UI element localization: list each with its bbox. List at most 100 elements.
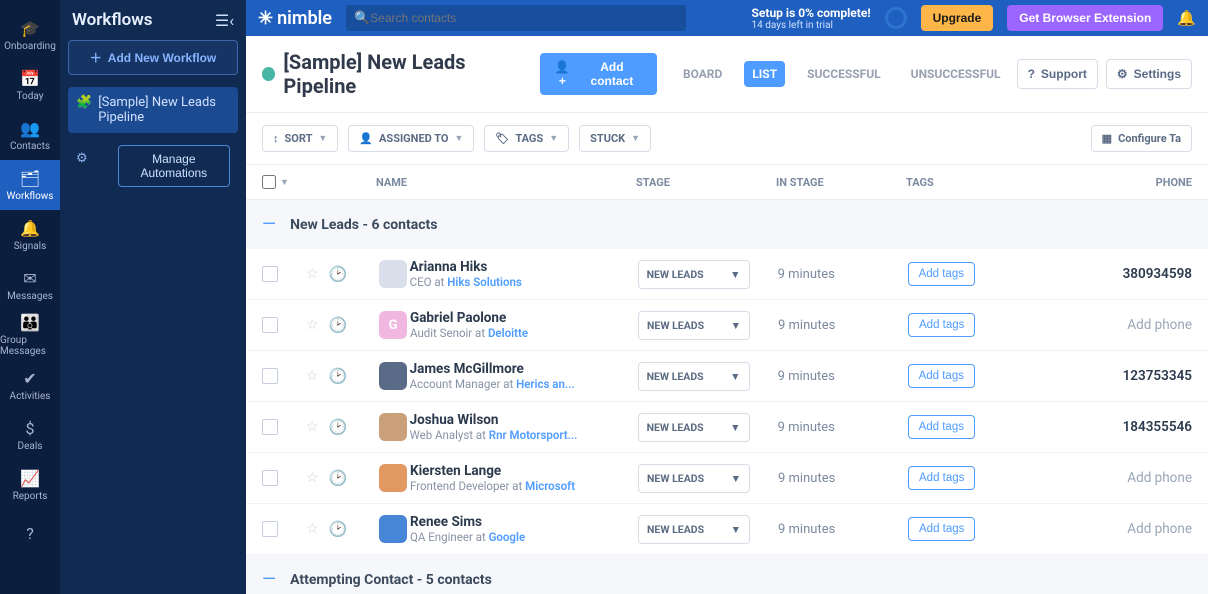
stage-dropdown[interactable]: NEW LEADS▼	[638, 311, 750, 340]
row-checkbox[interactable]	[262, 521, 278, 537]
collapse-panel-icon[interactable]: ☰‹	[215, 11, 234, 30]
select-caret-icon[interactable]: ▼	[280, 177, 289, 188]
avatar[interactable]	[379, 464, 407, 492]
favorite-star-icon[interactable]: ☆	[306, 368, 319, 384]
select-all-checkbox[interactable]	[262, 175, 276, 189]
nav-contacts[interactable]: 👥Contacts	[0, 110, 60, 160]
stage-dropdown[interactable]: NEW LEADS▼	[638, 260, 750, 289]
favorite-star-icon[interactable]: ☆	[306, 521, 319, 537]
tab-list[interactable]: LIST	[744, 61, 785, 87]
group-header[interactable]: —Attempting Contact - 5 contacts	[246, 555, 1208, 594]
avatar[interactable]	[379, 413, 407, 441]
table-row: ☆🕑GGabriel PaoloneAudit Senoir at Deloit…	[246, 300, 1208, 351]
workflow-item-sample[interactable]: 🧩 [Sample] New Leads Pipeline	[68, 87, 238, 133]
col-phone[interactable]: PHONE	[1121, 176, 1192, 189]
add-tags-button[interactable]: Add tags	[908, 415, 975, 439]
column-headers: ▼ NAME STAGE IN STAGE TAGS PHONE	[246, 165, 1208, 200]
nav-messages[interactable]: ✉Messages	[0, 260, 60, 310]
company-link[interactable]: Microsoft	[525, 479, 575, 493]
stage-dropdown[interactable]: NEW LEADS▼	[638, 515, 750, 544]
company-link[interactable]: Herics an...	[516, 377, 575, 391]
avatar[interactable]	[379, 260, 407, 288]
avatar[interactable]	[379, 515, 407, 543]
upgrade-button[interactable]: Upgrade	[921, 5, 994, 31]
nav-workflows[interactable]: 🗂Workflows	[0, 160, 60, 210]
phone-value[interactable]: Add phone	[1123, 317, 1192, 333]
nav-group[interactable]: 👪Group Messages	[0, 310, 60, 360]
reminder-clock-icon[interactable]: 🕑	[328, 418, 347, 436]
add-contact-label: Add contact	[579, 60, 645, 88]
company-link[interactable]: Deloitte	[488, 326, 528, 340]
sort-chip[interactable]: ↕SORT▼	[262, 125, 338, 152]
company-link[interactable]: Google	[489, 530, 526, 544]
contact-name[interactable]: Joshua Wilson	[410, 412, 638, 428]
add-workflow-button[interactable]: ＋ Add New Workflow	[68, 40, 238, 75]
avatar[interactable]: G	[379, 311, 407, 339]
search-box[interactable]: 🔍	[346, 5, 686, 31]
stuck-chip[interactable]: STUCK▼	[579, 125, 651, 152]
group-header[interactable]: —New Leads - 6 contacts	[246, 200, 1208, 249]
row-checkbox[interactable]	[262, 317, 278, 333]
nav-help[interactable]: ?	[0, 510, 60, 560]
add-tags-button[interactable]: Add tags	[908, 364, 975, 388]
add-tags-button[interactable]: Add tags	[908, 466, 975, 490]
add-tags-button[interactable]: Add tags	[908, 517, 975, 541]
phone-value[interactable]: Add phone	[1123, 470, 1192, 486]
col-tags[interactable]: TAGS	[906, 176, 1121, 189]
avatar[interactable]	[379, 362, 407, 390]
stage-dropdown[interactable]: NEW LEADS▼	[638, 413, 750, 442]
company-link[interactable]: Rnr Motorsport...	[489, 428, 578, 442]
row-checkbox[interactable]	[262, 470, 278, 486]
nav-today[interactable]: 📅Today	[0, 60, 60, 110]
assigned-chip[interactable]: 👤ASSIGNED TO▼	[348, 125, 474, 152]
configure-table-button[interactable]: ▦Configure Ta	[1091, 125, 1192, 152]
stage-dropdown[interactable]: NEW LEADS▼	[638, 464, 750, 493]
stage-dropdown[interactable]: NEW LEADS▼	[638, 362, 750, 391]
tags-chip[interactable]: 🏷TAGS▼	[484, 125, 569, 152]
reminder-clock-icon[interactable]: 🕑	[329, 316, 348, 334]
company-link[interactable]: Hiks Solutions	[447, 275, 522, 289]
browser-ext-button[interactable]: Get Browser Extension	[1007, 5, 1163, 31]
row-checkbox[interactable]	[262, 266, 278, 282]
row-checkbox[interactable]	[262, 419, 278, 435]
nav-onboarding[interactable]: 🎓Onboarding	[0, 10, 60, 60]
row-checkbox[interactable]	[262, 368, 278, 384]
nav-deals[interactable]: $Deals	[0, 410, 60, 460]
collapse-group-icon[interactable]: —	[262, 214, 276, 235]
support-button[interactable]: ? Support	[1017, 59, 1098, 89]
col-instage[interactable]: IN STAGE	[776, 176, 906, 189]
search-input[interactable]	[370, 11, 678, 25]
contact-name[interactable]: Gabriel Paolone	[410, 310, 638, 326]
tab-unsuccessful[interactable]: UNSUCCESSFUL	[903, 61, 1009, 87]
reminder-clock-icon[interactable]: 🕑	[328, 367, 347, 385]
add-contact-button[interactable]: 👤+ Add contact	[540, 53, 657, 95]
add-tags-button[interactable]: Add tags	[908, 262, 975, 286]
automation-icon: ⚙	[76, 151, 88, 187]
favorite-star-icon[interactable]: ☆	[306, 470, 319, 486]
tab-board[interactable]: BOARD	[675, 61, 730, 87]
col-stage[interactable]: STAGE	[636, 176, 776, 189]
contact-name[interactable]: Arianna Hiks	[410, 259, 638, 275]
favorite-star-icon[interactable]: ☆	[306, 266, 319, 282]
collapse-group-icon[interactable]: —	[262, 569, 276, 590]
gear-icon: ⚙	[1117, 67, 1128, 81]
nav-activities[interactable]: ✔Activities	[0, 360, 60, 410]
notifications-icon[interactable]: 🔔	[1177, 9, 1196, 27]
contact-name[interactable]: James McGillmore	[410, 361, 638, 377]
nav-signals[interactable]: 🔔Signals	[0, 210, 60, 260]
manage-automations-button[interactable]: Manage Automations	[118, 145, 230, 187]
reminder-clock-icon[interactable]: 🕑	[328, 265, 347, 283]
favorite-star-icon[interactable]: ☆	[306, 317, 319, 333]
favorite-star-icon[interactable]: ☆	[306, 419, 319, 435]
phone-value[interactable]: Add phone	[1123, 521, 1192, 537]
reminder-clock-icon[interactable]: 🕑	[329, 520, 348, 538]
add-tags-button[interactable]: Add tags	[908, 313, 975, 337]
contact-name[interactable]: Renee Sims	[410, 514, 638, 530]
settings-button[interactable]: ⚙ Settings	[1106, 59, 1192, 89]
tab-successful[interactable]: SUCCESSFUL	[799, 61, 889, 87]
reminder-clock-icon[interactable]: 🕑	[329, 469, 348, 487]
brand-logo[interactable]: ✳ nimble	[258, 8, 332, 29]
col-name[interactable]: NAME	[376, 176, 636, 189]
contact-name[interactable]: Kiersten Lange	[410, 463, 638, 479]
nav-reports[interactable]: 📈Reports	[0, 460, 60, 510]
